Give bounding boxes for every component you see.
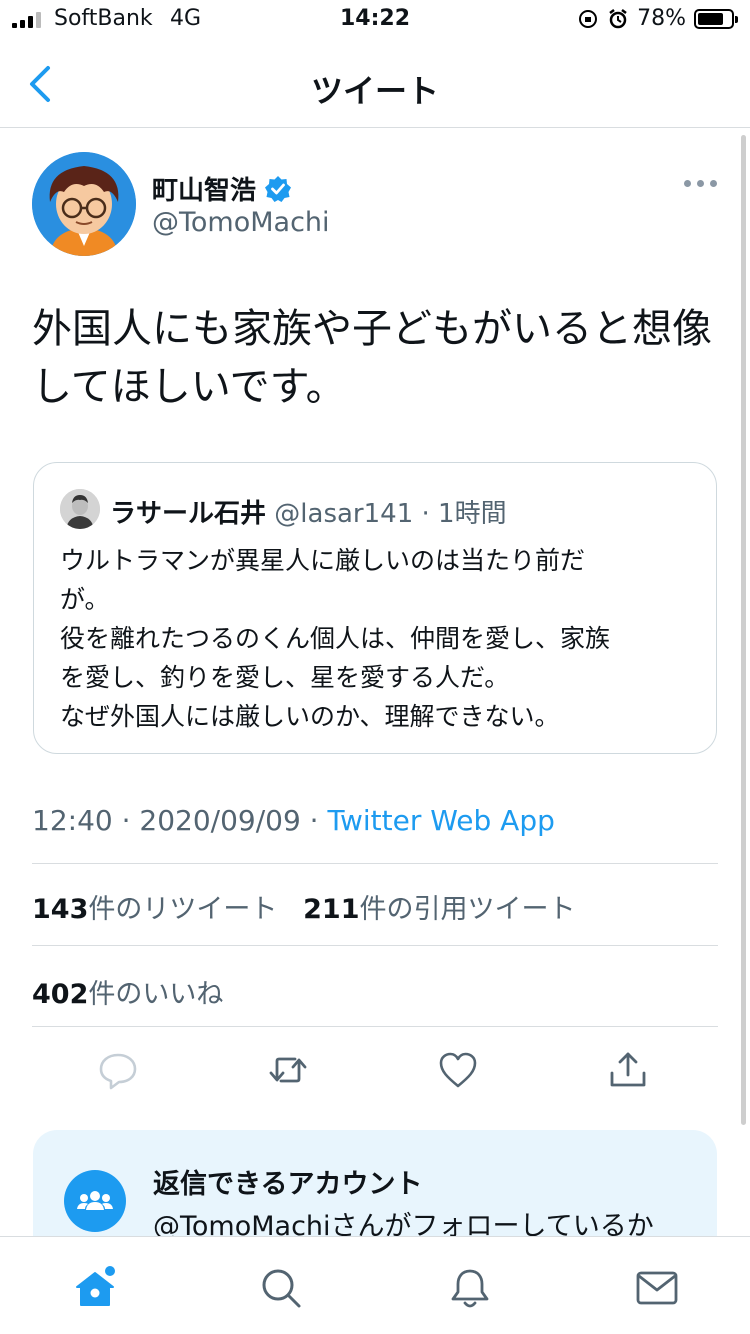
nav-header: ツイート xyxy=(0,40,750,128)
quoted-line: なぜ外国人には厳しいのか、理解できない。 xyxy=(60,702,560,731)
divider xyxy=(32,1026,718,1027)
share-icon[interactable] xyxy=(607,1049,649,1091)
tweet-timestamp: 12:40 · 2020/09/09 · Twitter Web App xyxy=(32,804,555,837)
author-name-row[interactable]: 町山智浩 xyxy=(152,170,292,207)
battery-percent: 78% xyxy=(637,6,686,31)
more-horizontal-icon[interactable] xyxy=(684,180,717,187)
battery-icon xyxy=(694,8,738,29)
search-icon[interactable] xyxy=(258,1265,304,1311)
quoted-handle: @lasar141 xyxy=(274,499,414,529)
timestamp-text: 12:40 · 2020/09/09 · xyxy=(32,804,328,837)
quoted-line: 役を離れたつるのくん個人は、仲間を愛し、家族 xyxy=(60,624,611,653)
home-icon[interactable] xyxy=(72,1265,118,1311)
people-icon xyxy=(64,1170,126,1232)
retweet-stats-row: 143件のリツイート 211件の引用ツイート xyxy=(32,887,576,926)
scrollbar[interactable] xyxy=(741,135,746,1125)
alarm-icon xyxy=(609,8,627,28)
bell-icon[interactable] xyxy=(447,1265,493,1311)
orientation-lock-icon xyxy=(579,9,598,28)
heart-icon[interactable] xyxy=(437,1049,479,1091)
reply-card-title: 返信できるアカウント xyxy=(153,1169,423,1200)
mail-icon[interactable] xyxy=(634,1265,680,1311)
likes-count: 402 xyxy=(32,979,89,1010)
reply-icon[interactable] xyxy=(97,1049,139,1091)
quoted-time: · 1時間 xyxy=(421,499,507,529)
divider xyxy=(32,863,718,864)
bottom-tab-bar xyxy=(0,1236,750,1334)
status-bar: SoftBank 4G 14:22 78% xyxy=(0,0,750,40)
cartoon-avatar-icon xyxy=(32,152,136,256)
tweet-actions xyxy=(0,1045,750,1101)
tweet-text: 外国人にも家族や子どもがいると想像してほしいです。 xyxy=(32,306,712,410)
retweets-count: 143 xyxy=(32,894,89,925)
quoted-line: ウルトラマンが異星人に厳しいのは当たり前だ xyxy=(60,546,586,575)
quoted-avatar xyxy=(60,489,100,529)
quoted-header: ラサール石井 @lasar141 · 1時間 xyxy=(110,493,507,530)
likes-label: 件のいいね xyxy=(88,979,224,1010)
source-link[interactable]: Twitter Web App xyxy=(327,804,554,837)
quoted-line: を愛し、釣りを愛し、星を愛する人だ。 xyxy=(60,663,510,692)
likes-stats-row[interactable]: 402件のいいね xyxy=(32,972,223,1011)
divider xyxy=(32,945,718,946)
retweet-icon[interactable] xyxy=(267,1049,309,1091)
quotes-count: 211 xyxy=(303,894,360,925)
page-title: ツイート xyxy=(310,72,439,110)
avatar[interactable] xyxy=(32,152,136,256)
quoted-text: ウルトラマンが異星人に厳しいのは当たり前だ が。 役を離れたつるのくん個人は、仲… xyxy=(60,541,690,736)
retweets-label: 件のリツイート xyxy=(88,894,278,925)
retweets-stat[interactable]: 143件のリツイート xyxy=(32,894,277,925)
person-photo-icon xyxy=(60,489,100,529)
author-handle[interactable]: @TomoMachi xyxy=(152,207,330,238)
quoted-line: が。 xyxy=(60,585,110,614)
quoted-tweet-card[interactable]: ラサール石井 @lasar141 · 1時間 ウルトラマンが異星人に厳しいのは当… xyxy=(33,462,717,754)
author-name[interactable]: 町山智浩 xyxy=(152,170,256,207)
verified-badge-icon xyxy=(265,175,292,202)
quotes-stat[interactable]: 211件の引用ツイート xyxy=(303,894,575,925)
quoted-author-name: ラサール石井 xyxy=(110,499,267,529)
quotes-label: 件の引用ツイート xyxy=(359,894,576,925)
